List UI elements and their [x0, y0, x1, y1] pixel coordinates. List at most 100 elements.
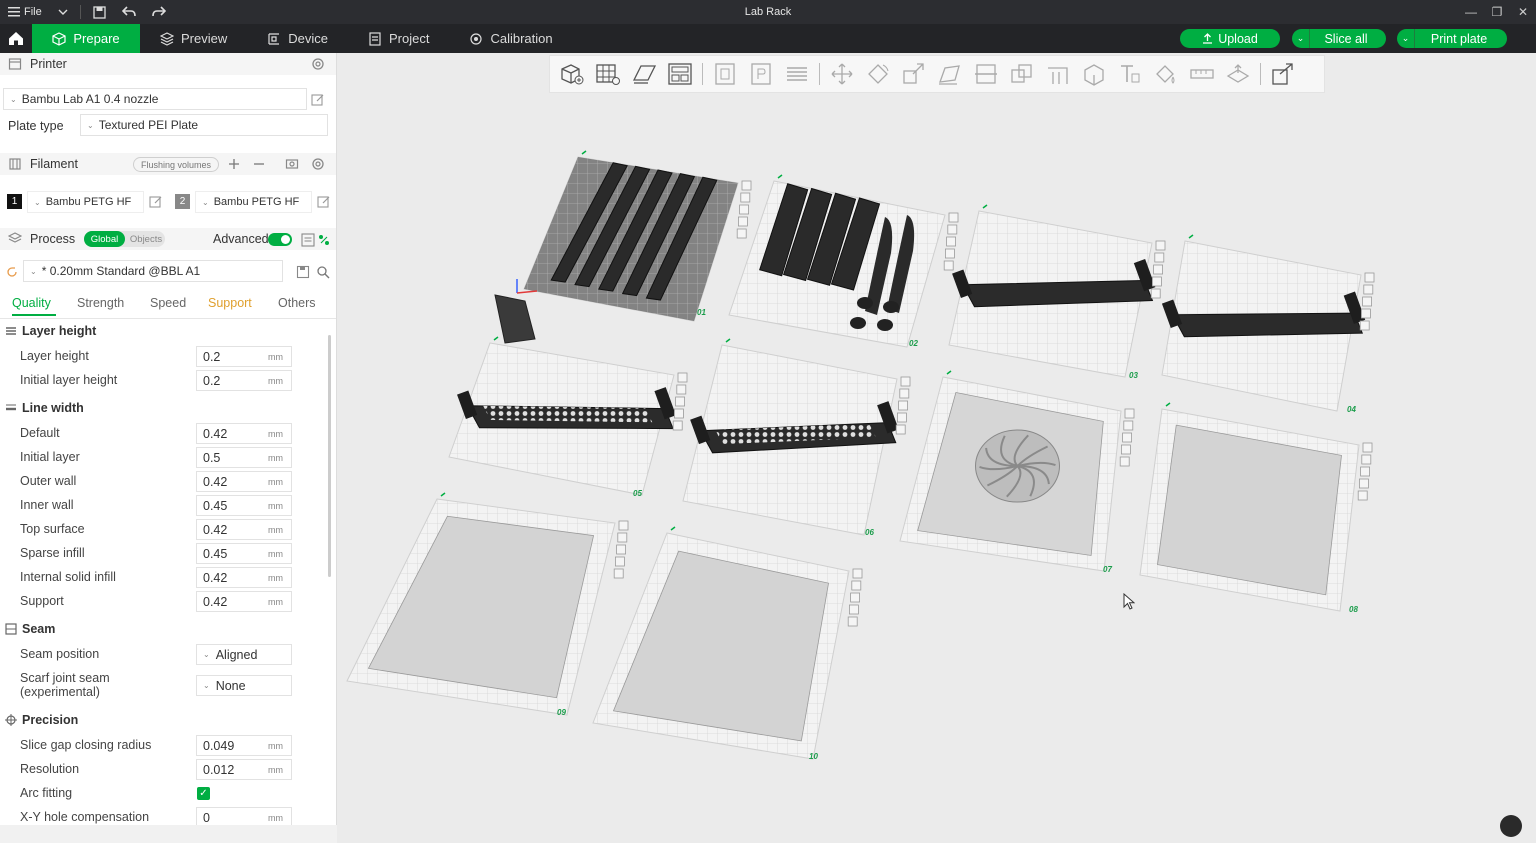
gear-icon[interactable] [311, 57, 325, 71]
global-option[interactable]: Global [84, 231, 125, 247]
edit-icon[interactable] [149, 195, 163, 209]
flushing-volumes-button[interactable]: Flushing volumes [133, 157, 220, 172]
advanced-toggle[interactable] [268, 233, 292, 246]
filament-swatch-1[interactable]: 1 [7, 194, 22, 209]
foot-part[interactable] [883, 301, 899, 313]
chevron-down-icon[interactable]: ⌄ [1397, 29, 1415, 48]
build-plate-10[interactable]: 10 [592, 526, 863, 761]
tab-strength[interactable]: Strength [77, 296, 124, 310]
default-line-width-input[interactable]: 0.42 mm [196, 423, 292, 444]
reset-icon[interactable] [5, 265, 19, 279]
rotate-button[interactable] [860, 56, 896, 92]
build-plate-07[interactable]: 07 [899, 370, 1135, 574]
lay-on-face-button[interactable] [932, 56, 968, 92]
process-preset-select[interactable]: ⌄ * 0.20mm Standard @BBL A1 [23, 260, 283, 282]
top-surface-input[interactable]: 0.42 mm [196, 519, 292, 540]
color-paint-button[interactable] [1148, 56, 1184, 92]
redo-button[interactable] [144, 0, 174, 24]
outer-wall-input[interactable]: 0.42 mm [196, 471, 292, 492]
undo-button[interactable] [114, 0, 144, 24]
build-plate-09[interactable]: 09 [346, 492, 629, 717]
cut-button[interactable] [968, 56, 1004, 92]
tab-project[interactable]: Project [348, 24, 449, 53]
tab-others[interactable]: Others [278, 296, 316, 310]
seam-position-select[interactable]: ⌄ Aligned [196, 644, 292, 665]
edit-icon[interactable] [317, 195, 331, 209]
plate-type-select[interactable]: ⌄ Textured PEI Plate [80, 114, 328, 136]
boolean-button[interactable] [1004, 56, 1040, 92]
tab-speed[interactable]: Speed [150, 296, 186, 310]
save-preset-icon[interactable] [296, 265, 310, 279]
view-mode-button[interactable] [1265, 56, 1301, 92]
build-plate-05[interactable]: 05 [448, 336, 688, 498]
search-icon[interactable] [316, 265, 330, 279]
text-button[interactable] [1112, 56, 1148, 92]
slice-all-button[interactable]: ⌄ Slice all [1292, 29, 1386, 48]
close-icon[interactable]: ✕ [1510, 0, 1536, 24]
arrange-button[interactable] [662, 56, 698, 92]
layer-height-input[interactable]: 0.2 mm [196, 346, 292, 367]
slice-gap-input[interactable]: 0.049 mm [196, 735, 292, 756]
add-plate-button[interactable] [590, 56, 626, 92]
global-objects-switch[interactable]: Global Objects [84, 231, 165, 247]
compare-icon[interactable] [317, 233, 331, 247]
resolution-input[interactable]: 0.012 mm [196, 759, 292, 780]
chevron-down-icon[interactable]: ⌄ [1292, 29, 1310, 48]
initial-layer-width-input[interactable]: 0.5 mm [196, 447, 292, 468]
save-button[interactable] [85, 0, 114, 24]
layers-button[interactable] [779, 56, 815, 92]
build-plate-02[interactable]: 02 [728, 174, 959, 348]
initial-layer-height-input[interactable]: 0.2 mm [196, 370, 292, 391]
measure-button[interactable] [1184, 56, 1220, 92]
build-plate-04[interactable]: 04 [1161, 234, 1375, 414]
tab-calibration[interactable]: Calibration [449, 24, 572, 53]
flat-panel-part[interactable] [367, 515, 595, 699]
seam-paint-button[interactable] [1076, 56, 1112, 92]
restore-icon[interactable]: ❐ [1484, 0, 1510, 24]
add-object-button[interactable] [554, 56, 590, 92]
settings-scrollbar[interactable] [328, 335, 331, 577]
move-button[interactable] [824, 56, 860, 92]
printer-select[interactable]: ⌄ Bambu Lab A1 0.4 nozzle [3, 88, 307, 110]
filament-select-1[interactable]: ⌄ Bambu PETG HF [27, 191, 144, 213]
scarf-joint-select[interactable]: ⌄ None [196, 675, 292, 696]
tab-prepare[interactable]: Prepare [32, 24, 140, 53]
inner-wall-input[interactable]: 0.45 mm [196, 495, 292, 516]
orient-button[interactable] [626, 56, 662, 92]
plate-object-list-button[interactable] [707, 56, 743, 92]
upload-button[interactable]: Upload [1180, 29, 1280, 48]
tab-support[interactable]: Support [208, 296, 252, 310]
foot-part[interactable] [850, 317, 866, 329]
build-plate-06[interactable]: 06 [682, 338, 911, 537]
home-button[interactable] [0, 24, 32, 53]
file-dropdown-button[interactable] [50, 0, 76, 24]
flat-panel-part[interactable] [1157, 424, 1342, 596]
loose-block-part[interactable] [494, 294, 536, 344]
print-plate-button[interactable]: ⌄ Print plate [1397, 29, 1507, 48]
sparse-infill-input[interactable]: 0.45 mm [196, 543, 292, 564]
build-plate-08[interactable]: 08 [1139, 402, 1373, 614]
arc-fitting-checkbox[interactable]: ✓ [197, 787, 210, 800]
xy-hole-input[interactable]: 0 mm [196, 807, 292, 825]
rail-part[interactable] [1171, 312, 1364, 338]
list-icon[interactable] [301, 233, 315, 247]
minimize-icon[interactable]: — [1458, 0, 1484, 24]
objects-option[interactable]: Objects [127, 231, 165, 247]
filament-select-2[interactable]: ⌄ Bambu PETG HF [195, 191, 312, 213]
flat-panel-part[interactable] [612, 550, 829, 742]
add-icon[interactable] [227, 157, 241, 171]
build-plate-03[interactable]: 03 [948, 204, 1166, 380]
remove-icon[interactable] [252, 157, 266, 171]
assembly-button[interactable] [1220, 56, 1256, 92]
filament-swatch-2[interactable]: 2 [175, 194, 190, 209]
tab-preview[interactable]: Preview [140, 24, 247, 53]
internal-solid-infill-input[interactable]: 0.42 mm [196, 567, 292, 588]
gear-icon[interactable] [311, 157, 325, 171]
paint-button[interactable] [743, 56, 779, 92]
tab-quality[interactable]: Quality [12, 296, 51, 310]
build-plate-01[interactable]: 01 [494, 150, 752, 344]
foot-part[interactable] [877, 319, 893, 331]
foot-part[interactable] [857, 297, 873, 309]
file-menu[interactable]: File [0, 0, 50, 24]
assistant-icon[interactable] [1500, 815, 1522, 837]
